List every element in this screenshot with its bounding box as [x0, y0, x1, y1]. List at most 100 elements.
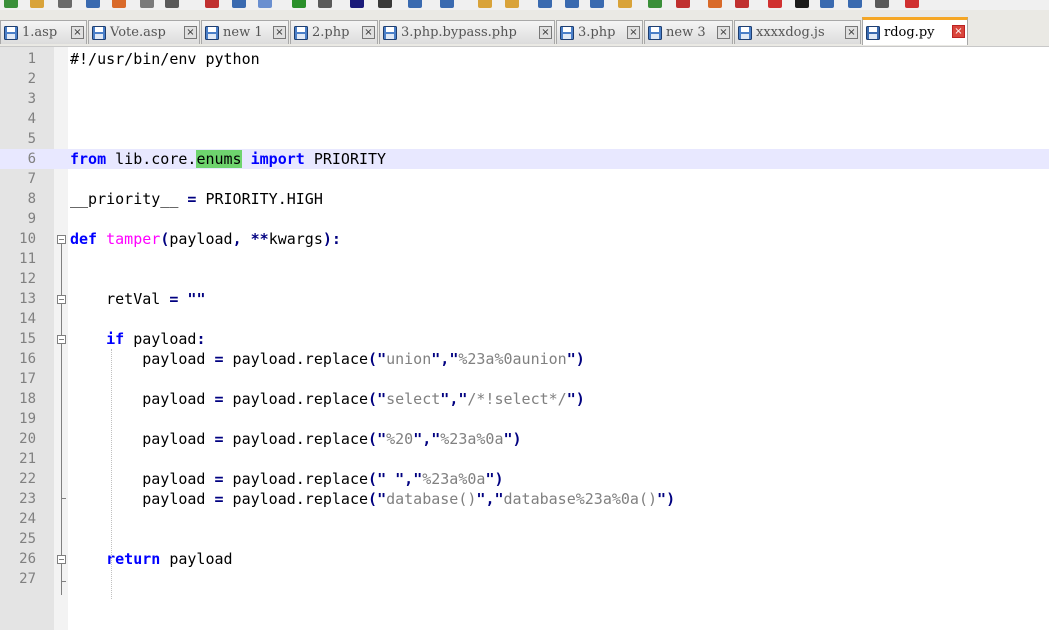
toolbar-button-icon[interactable]: [820, 0, 834, 8]
code-line[interactable]: 27: [0, 569, 1049, 589]
code-line[interactable]: 24: [0, 509, 1049, 529]
toolbar-button-icon[interactable]: [505, 0, 519, 8]
code-line[interactable]: 1 #!/usr/bin/env python: [0, 49, 1049, 69]
close-tab-icon[interactable]: ×: [362, 26, 375, 39]
code-line[interactable]: 18 payload = payload.replace("select","/…: [0, 389, 1049, 409]
code-line[interactable]: 19: [0, 409, 1049, 429]
code-line[interactable]: 22 payload = payload.replace(" ","%23a%0…: [0, 469, 1049, 489]
toolbar-button-icon[interactable]: [618, 0, 632, 8]
tab-label: rdog.py: [884, 25, 935, 40]
toolbar-button-icon[interactable]: [86, 0, 100, 8]
code-line[interactable]: 20 payload = payload.replace("%20","%23a…: [0, 429, 1049, 449]
code-text: payload = payload.replace("database()","…: [70, 490, 676, 508]
toolbar-button-icon[interactable]: [538, 0, 552, 8]
code-line[interactable]: 14: [0, 309, 1049, 329]
code-line[interactable]: 11: [0, 249, 1049, 269]
toolbar-button-icon[interactable]: [140, 0, 154, 8]
toolbar-button-icon[interactable]: [905, 0, 919, 8]
toolbar-button-icon[interactable]: [590, 0, 604, 8]
tab-vote-asp[interactable]: Vote.asp ×: [88, 20, 200, 44]
tab-3-php-bypass-php[interactable]: 3.php.bypass.php ×: [379, 20, 555, 44]
fold-toggle-icon[interactable]: [57, 295, 66, 304]
code-line[interactable]: 7: [0, 169, 1049, 189]
code-text: #!/usr/bin/env python: [70, 50, 260, 68]
code-line[interactable]: 12: [0, 269, 1049, 289]
code-line[interactable]: 9: [0, 209, 1049, 229]
close-tab-icon[interactable]: ×: [717, 26, 730, 39]
code-line[interactable]: 25: [0, 529, 1049, 549]
toolbar-button-icon[interactable]: [648, 0, 662, 8]
toolbar-button-icon[interactable]: [478, 0, 492, 8]
line-number: 11: [19, 251, 36, 267]
code-line[interactable]: 16 payload = payload.replace("union","%2…: [0, 349, 1049, 369]
code-line[interactable]: 5: [0, 129, 1049, 149]
toolbar-button-icon[interactable]: [258, 0, 272, 8]
save-disk-icon: [648, 25, 662, 40]
line-number: 16: [19, 351, 36, 367]
line-number: 18: [19, 391, 36, 407]
code-line[interactable]: 15 if payload:: [0, 329, 1049, 349]
toolbar-button-icon[interactable]: [440, 0, 454, 8]
line-number: 2: [27, 71, 36, 87]
close-tab-icon[interactable]: ×: [184, 26, 197, 39]
fold-toggle-icon[interactable]: [57, 335, 66, 344]
toolbar-button-icon[interactable]: [848, 0, 862, 8]
tab-new-1[interactable]: new 1 ×: [201, 20, 289, 44]
line-number: 23: [19, 491, 36, 507]
toolbar-button-icon[interactable]: [565, 0, 579, 8]
close-tab-icon[interactable]: ×: [627, 26, 640, 39]
toolbar-button-icon[interactable]: [205, 0, 219, 8]
code-line[interactable]: 10 def tamper(payload, **kwargs):: [0, 229, 1049, 249]
toolbar-button-icon[interactable]: [408, 0, 422, 8]
toolbar-button-icon[interactable]: [735, 0, 749, 8]
close-tab-icon[interactable]: ×: [952, 25, 965, 38]
code-line[interactable]: 4: [0, 109, 1049, 129]
code-line[interactable]: 26 return payload: [0, 549, 1049, 569]
save-disk-icon: [205, 25, 219, 40]
toolbar-button-icon[interactable]: [676, 0, 690, 8]
toolbar-button-icon[interactable]: [112, 0, 126, 8]
toolbar-button-icon[interactable]: [378, 0, 392, 8]
code-line[interactable]: 13 retVal = "": [0, 289, 1049, 309]
tab-xxxxdog-js[interactable]: xxxxdog.js ×: [734, 20, 861, 44]
tab-2-php[interactable]: 2.php ×: [290, 20, 378, 44]
code-line[interactable]: 2: [0, 69, 1049, 89]
toolbar-button-icon[interactable]: [318, 0, 332, 8]
toolbar-button-icon[interactable]: [232, 0, 246, 8]
tab-3-php[interactable]: 3.php ×: [556, 20, 643, 44]
fold-toggle-icon[interactable]: [57, 555, 66, 564]
toolbar-button-icon[interactable]: [350, 0, 364, 8]
indent-guide: [111, 349, 112, 599]
close-tab-icon[interactable]: ×: [845, 26, 858, 39]
fold-guide-line: [61, 564, 62, 595]
tab-label: new 1: [223, 25, 263, 40]
code-editor[interactable]: 1 #!/usr/bin/env python 2 3 4 5 6 from lib.core…: [0, 47, 1049, 630]
toolbar-button-icon[interactable]: [768, 0, 782, 8]
toolbar-button-icon[interactable]: [795, 0, 809, 8]
code-line[interactable]: 3: [0, 89, 1049, 109]
toolbar-button-icon[interactable]: [292, 0, 306, 8]
toolbar-button-icon[interactable]: [58, 0, 72, 8]
tab-1-asp[interactable]: 1.asp ×: [0, 20, 87, 44]
code-line[interactable]: 23 payload = payload.replace("database()…: [0, 489, 1049, 509]
tab-new-3[interactable]: new 3 ×: [644, 20, 733, 44]
toolbar-button-icon[interactable]: [875, 0, 889, 8]
close-tab-icon[interactable]: ×: [273, 26, 286, 39]
line-number: 9: [27, 211, 36, 227]
close-tab-icon[interactable]: ×: [71, 26, 84, 39]
fold-toggle-icon[interactable]: [57, 235, 66, 244]
code-text: payload = payload.replace(" ","%23a%0a"): [70, 470, 504, 488]
tab-bar: 1.asp × Vote.asp × new 1 × 2.php × 3.php.bypass.…: [0, 10, 1049, 47]
tab-rdog-py[interactable]: rdog.py ×: [862, 17, 968, 45]
close-tab-icon[interactable]: ×: [539, 26, 552, 39]
line-number: 6: [27, 151, 36, 167]
code-line[interactable]: 17: [0, 369, 1049, 389]
code-line[interactable]: 8 __priority__ = PRIORITY.HIGH: [0, 189, 1049, 209]
code-line[interactable]: 21: [0, 449, 1049, 469]
toolbar-button-icon[interactable]: [708, 0, 722, 8]
code-line[interactable]: 6 from lib.core.enums import PRIORITY: [0, 149, 1049, 169]
toolbar-button-icon[interactable]: [4, 0, 18, 8]
toolbar-button-icon[interactable]: [30, 0, 44, 8]
fold-end-marker: [61, 581, 66, 582]
toolbar-button-icon[interactable]: [165, 0, 179, 8]
